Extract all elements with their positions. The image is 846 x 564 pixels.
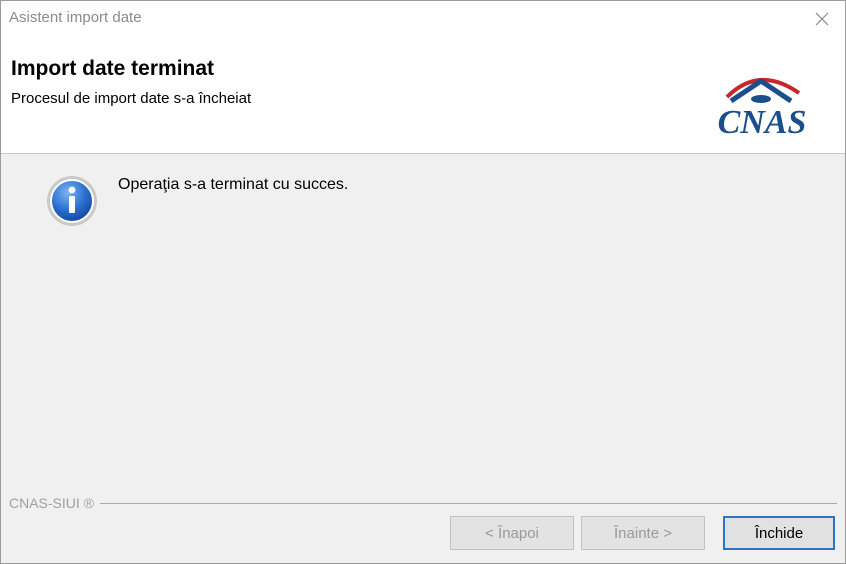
- group-label: CNAS-SIUI ®: [9, 495, 100, 511]
- logo-text: CNAS: [718, 104, 807, 139]
- footer-divider: [9, 503, 837, 504]
- page-subtitle: Procesul de import date s-a încheiat: [11, 90, 252, 107]
- wizard-header: Import date terminat Procesul de import …: [1, 37, 845, 154]
- window-title: Asistent import date: [9, 9, 142, 26]
- info-icon: [47, 176, 97, 226]
- close-button[interactable]: [799, 1, 845, 37]
- wizard-window: Asistent import date Import date termina…: [0, 0, 846, 564]
- page-title: Import date terminat: [11, 57, 215, 80]
- footer-group: CNAS-SIUI ®: [9, 491, 837, 513]
- wizard-content: Operaţia s-a terminat cu succes. CNAS-SI…: [1, 154, 845, 563]
- close-icon: [815, 12, 829, 26]
- finish-close-button[interactable]: Închide: [723, 516, 835, 550]
- status-message: Operaţia s-a terminat cu succes.: [118, 176, 349, 193]
- back-button[interactable]: < Înapoi: [450, 516, 574, 550]
- title-bar: Asistent import date: [1, 1, 845, 37]
- cnas-logo: CNAS: [718, 78, 807, 139]
- next-button[interactable]: Înainte >: [581, 516, 705, 550]
